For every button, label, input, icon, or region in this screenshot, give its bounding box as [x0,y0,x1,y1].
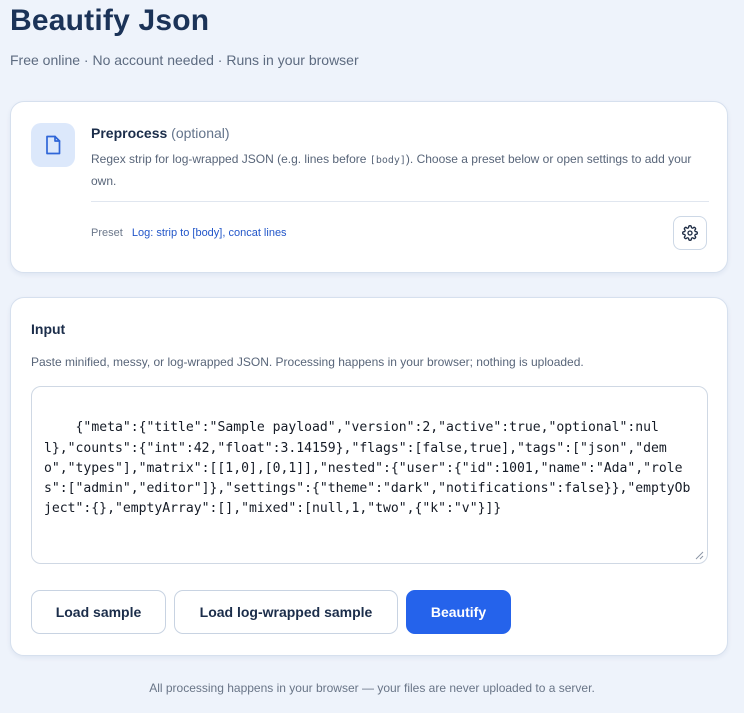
document-icon [31,123,75,167]
preset-link[interactable]: Log: strip to [body], concat lines [132,227,287,239]
preprocess-description-code: [body] [369,155,406,166]
preprocess-optional-label: (optional) [171,125,230,141]
json-input-textarea[interactable]: {"meta":{"title":"Sample payload","versi… [31,386,708,564]
input-card: Input Paste minified, messy, or log-wrap… [10,297,728,656]
input-title: Input [31,321,66,337]
preprocess-heading: Preprocess (optional) [91,125,230,141]
settings-button[interactable] [673,216,707,250]
preprocess-title: Preprocess [91,125,168,141]
input-description: Paste minified, messy, or log-wrapped JS… [31,355,584,369]
preprocess-card: Preprocess (optional) Regex strip for lo… [10,101,728,273]
footer-note: All processing happens in your browser —… [149,681,595,695]
beautify-button[interactable]: Beautify [406,590,511,634]
page-subtitle: Free online · No account needed · Runs i… [10,52,359,68]
divider [91,201,709,202]
resize-grip-icon[interactable] [695,551,704,560]
preset-row: Preset Log: strip to [body], concat line… [91,227,287,239]
preprocess-description: Regex strip for log-wrapped JSON (e.g. l… [91,149,711,191]
load-log-wrapped-sample-button[interactable]: Load log-wrapped sample [174,590,398,634]
preprocess-description-text: Regex strip for log-wrapped JSON (e.g. l… [91,152,370,166]
load-sample-button[interactable]: Load sample [31,590,166,634]
preset-label: Preset [91,227,123,239]
json-input-text: {"meta":{"title":"Sample payload","versi… [44,420,691,517]
page-title: Beautify Json [10,4,210,37]
gear-icon [682,225,698,241]
